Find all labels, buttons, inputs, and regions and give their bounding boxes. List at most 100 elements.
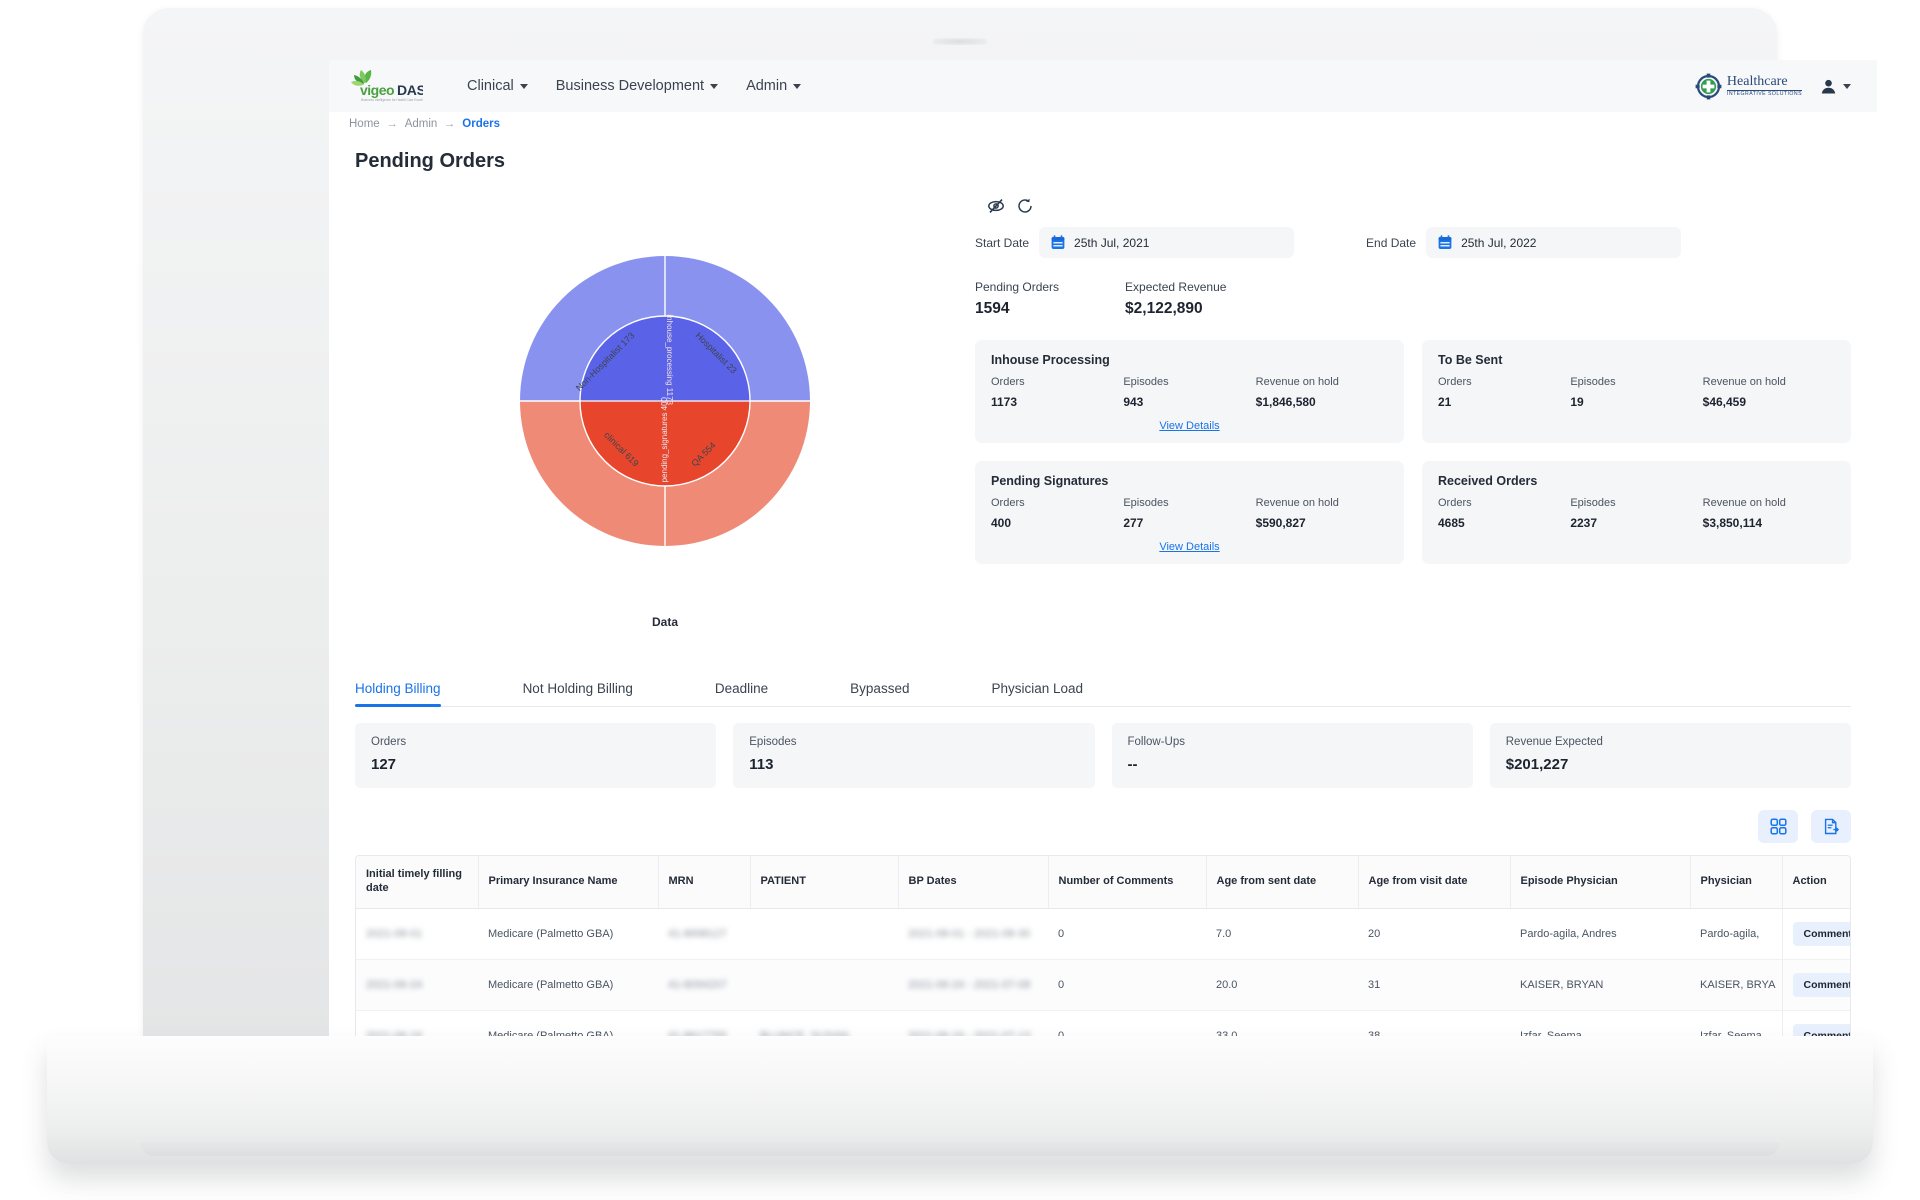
col-episode-physician[interactable]: Episode Physician <box>1510 856 1691 909</box>
view-details-link[interactable]: View Details <box>991 420 1388 432</box>
col-initial-timely-filling-date[interactable]: Initial timely filling date <box>356 856 479 909</box>
breadcrumb-orders[interactable]: Orders <box>462 118 500 130</box>
app-logo[interactable]: vigeo DASH Business Intelligence for Hea… <box>349 68 436 104</box>
col-mrn[interactable]: MRN <box>658 856 751 909</box>
summary-expected-revenue: Expected Revenue $2,122,890 <box>1125 280 1226 318</box>
top-navbar: vigeo DASH Business Intelligence for Hea… <box>329 60 1877 112</box>
partner-logo-name: Healthcare <box>1726 74 1802 91</box>
navbar-right: Healthcare INTEGRATIVE SOLUTIONS <box>1695 73 1851 100</box>
tab-physician-load[interactable]: Physician Load <box>991 671 1109 706</box>
metric-label: Episodes <box>1570 376 1616 388</box>
grid-columns-button[interactable] <box>1758 810 1798 843</box>
nav-item-admin-label: Admin <box>746 78 788 94</box>
breadcrumb-admin[interactable]: Admin <box>405 118 438 130</box>
refresh-icon[interactable] <box>1016 197 1034 215</box>
table-row[interactable]: 2021-08-01 Medicare (Palmetto GBA) 41-86… <box>356 908 1850 960</box>
chart-caption: Data <box>651 615 678 629</box>
col-primary-insurance-name[interactable]: Primary Insurance Name <box>478 856 659 909</box>
kpi-label: Follow-Ups <box>1127 736 1186 748</box>
metric-value: 4685 <box>1438 516 1465 530</box>
cell-age-sent: 7.0 <box>1206 908 1358 960</box>
cell-bp-dates: 2021-08-01 - 2021-08-30 <box>898 908 1048 960</box>
comments-button[interactable]: Comments <box>1792 972 1850 997</box>
kpi-value: $201,227 <box>1505 756 1569 773</box>
chart-toolbar <box>987 197 1851 215</box>
user-menu[interactable] <box>1820 78 1851 95</box>
webcam <box>933 38 987 45</box>
svg-text:vigeo: vigeo <box>360 82 394 98</box>
end-date-input[interactable]: 25th Jul, 2022 <box>1426 227 1682 258</box>
summary-pending-orders: Pending Orders 1594 <box>975 280 1059 318</box>
col-age-from-sent-date[interactable]: Age from sent date <box>1206 856 1359 909</box>
browser-screen: vigeo DASH Business Intelligence for Hea… <box>329 60 1877 1056</box>
nav-item-clinical[interactable]: Clinical <box>453 72 542 100</box>
tab-bypassed[interactable]: Bypassed <box>850 671 935 706</box>
card-metric: Orders 4685 <box>1438 497 1570 530</box>
sunburst-chart[interactable]: Hospitalist 23 Non-Hospitalist 173 clini… <box>450 201 880 601</box>
col-physician[interactable]: Physician <box>1690 856 1783 909</box>
col-number-of-comments[interactable]: Number of Comments <box>1048 856 1207 909</box>
col-age-from-visit-date[interactable]: Age from visit date <box>1358 856 1511 909</box>
laptop-lid: vigeo DASH Business Intelligence for Hea… <box>143 8 1877 1056</box>
col-patient[interactable]: PATIENT <box>750 856 899 909</box>
metric-value: 19 <box>1570 395 1584 409</box>
kpi-label: Revenue Expected <box>1505 736 1603 748</box>
card-pending-signatures: Pending Signatures Orders 400 Episodes 2… <box>975 461 1404 564</box>
kpi-value: -- <box>1127 756 1138 773</box>
col-bp-dates[interactable]: BP Dates <box>898 856 1049 909</box>
metric-label: Orders <box>1438 376 1472 388</box>
svg-text:DASH: DASH <box>397 82 423 98</box>
card-metric: Revenue on hold $3,850,114 <box>1703 497 1835 530</box>
summary-expected-revenue-label: Expected Revenue <box>1125 280 1227 294</box>
card-metric: Revenue on hold $590,827 <box>1256 497 1388 530</box>
export-file-icon <box>1824 818 1839 835</box>
kpi-revenue-expected: Revenue Expected $201,227 <box>1489 723 1851 788</box>
metric-value: 2237 <box>1570 516 1598 530</box>
card-metric: Episodes 943 <box>1123 376 1255 409</box>
kpi-episodes: Episodes 113 <box>733 723 1095 788</box>
chevron-down-icon <box>710 83 719 89</box>
sunburst-label-pending-signatures: pending_signatures 400 <box>660 396 669 482</box>
card-metric: Episodes 2237 <box>1570 497 1702 530</box>
eye-slash-icon[interactable] <box>987 197 1005 215</box>
table-header-row: Initial timely filling date Primary Insu… <box>356 856 1850 909</box>
metric-label: Revenue on hold <box>1255 376 1339 388</box>
start-date-input[interactable]: 25th Jul, 2021 <box>1039 227 1295 258</box>
cell-comments-count: 0 <box>1048 959 1206 1011</box>
tab-not-holding-billing[interactable]: Not Holding Billing <box>523 671 659 706</box>
export-file-button[interactable] <box>1811 810 1851 843</box>
comments-button[interactable]: Comments <box>1792 921 1850 946</box>
screenshot-stage: vigeo DASH Business Intelligence for Hea… <box>0 0 1920 1200</box>
tab-holding-billing[interactable]: Holding Billing <box>355 671 467 707</box>
chevron-down-icon <box>793 83 802 89</box>
tab-bar: Holding Billing Not Holding Billing Dead… <box>355 671 1851 707</box>
card-metric: Orders 1173 <box>991 376 1123 409</box>
card-metric: Revenue on hold $46,459 <box>1703 376 1835 409</box>
metric-value: $3,850,114 <box>1702 516 1763 530</box>
card-title: Pending Signatures <box>991 474 1109 488</box>
summary-expected-revenue-value: $2,122,890 <box>1125 300 1203 317</box>
date-filter-row: Start Date 25th Jul, 2021 End Date 25th … <box>975 227 1851 258</box>
tab-deadline[interactable]: Deadline <box>715 671 794 706</box>
cell-physician: Pardo-agila, <box>1690 908 1782 960</box>
tab-label: Not Holding Billing <box>522 681 633 696</box>
cell-age-visit: 31 <box>1358 959 1510 1011</box>
view-details-link[interactable]: View Details <box>991 541 1388 553</box>
cell-insurance: Medicare (Palmetto GBA) <box>478 908 658 960</box>
cell-filling-date: 2021-06-24 <box>356 959 478 1011</box>
cell-insurance: Medicare (Palmetto GBA) <box>478 959 658 1011</box>
cell-episode-physician: KAISER, BRYAN <box>1510 959 1690 1011</box>
table-row[interactable]: 2021-06-24 Medicare (Palmetto GBA) 41-80… <box>356 959 1850 1011</box>
metric-value: 400 <box>991 516 1012 530</box>
breadcrumb-home[interactable]: Home <box>349 118 380 130</box>
nav-item-business-development[interactable]: Business Development <box>542 72 732 100</box>
kpi-orders: Orders 127 <box>355 723 717 788</box>
card-metrics: Orders 1173 Episodes 943 Revenue on hold <box>991 376 1388 409</box>
cell-comments-count: 0 <box>1048 908 1206 960</box>
nav-item-admin[interactable]: Admin <box>732 72 815 100</box>
orders-table-container: Initial timely filling date Primary Insu… <box>355 855 1851 1056</box>
kpi-label: Episodes <box>749 736 797 748</box>
metric-label: Revenue on hold <box>1255 497 1339 509</box>
healthcare-cross-icon <box>1695 73 1722 99</box>
kpi-row: Orders 127 Episodes 113 Follow-Ups -- Re… <box>355 723 1851 788</box>
